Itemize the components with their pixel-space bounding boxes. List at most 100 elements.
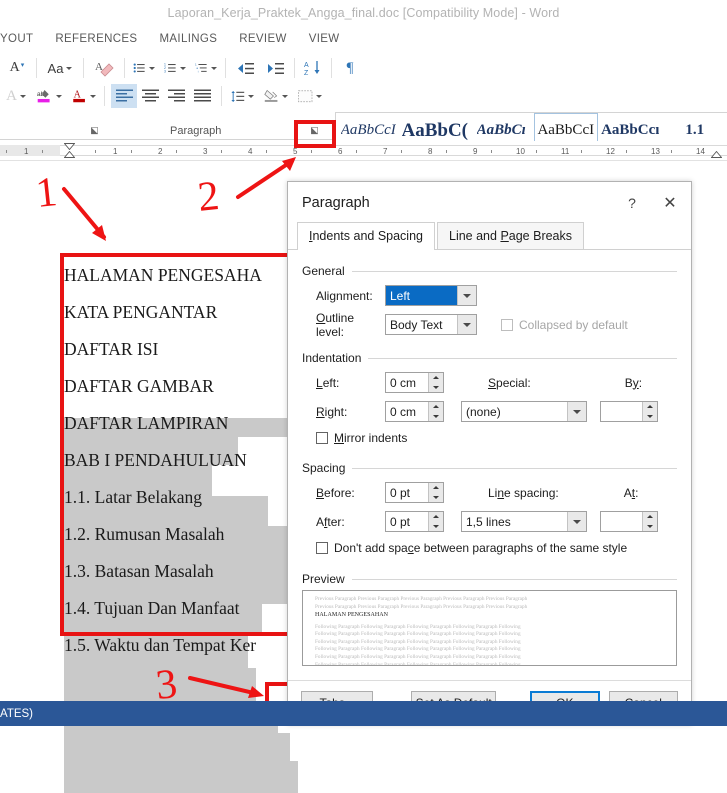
spacing-after-label: After: xyxy=(316,514,345,529)
stepper-down-icon[interactable] xyxy=(643,522,657,532)
help-icon[interactable]: ? xyxy=(615,188,649,218)
stepper-down-icon[interactable] xyxy=(429,412,443,422)
by-stepper[interactable] xyxy=(600,401,658,422)
doc-line-text: 1.4. Tujuan Dan Manfaat xyxy=(64,598,240,618)
stepper-down-icon[interactable] xyxy=(643,412,657,422)
doc-line-text: DAFTAR LAMPIRAN xyxy=(64,413,229,433)
indent-left-stepper[interactable]: 0 cm xyxy=(385,372,444,393)
stepper-down-icon[interactable] xyxy=(429,383,443,393)
justify-button[interactable] xyxy=(189,84,215,108)
doc-line: DAFTAR ISI xyxy=(64,331,294,368)
ribbon-tab-mailings[interactable]: MAILINGS xyxy=(148,33,228,45)
shading-button[interactable] xyxy=(262,84,290,108)
increase-indent-button[interactable] xyxy=(262,56,288,80)
grow-font-button[interactable]: A ▾ xyxy=(4,56,30,80)
stepper-up-icon[interactable] xyxy=(429,512,443,522)
chevron-down-icon[interactable] xyxy=(457,286,476,305)
preview-following-line: Following Paragraph Following Paragraph … xyxy=(315,631,521,638)
document-text[interactable]: HALAMAN PENGESAHA KATA PENGANTAR DAFTAR … xyxy=(64,257,294,664)
horizontal-ruler[interactable]: 1 1 2 3 4 5 6 7 8 9 10 11 12 13 14 xyxy=(0,141,727,161)
alignment-dropdown[interactable]: Left xyxy=(385,285,477,306)
ribbon-tab-layout[interactable]: YOUT xyxy=(0,33,44,45)
mirror-indents-checkbox[interactable] xyxy=(316,431,328,444)
doc-line-text: 1.2. Rumusan Masalah xyxy=(64,524,225,544)
clear-formatting-icon[interactable]: A xyxy=(90,56,118,80)
dialog-title-bar: Paragraph ? ✕ xyxy=(288,182,691,223)
tab-line-and-page-breaks[interactable]: Line and Page Breaks xyxy=(437,222,585,249)
doc-line: KATA PENGANTAR xyxy=(64,294,294,331)
title-bar: Laporan_Kerja_Praktek_Angga_final.doc [C… xyxy=(0,0,727,25)
stepper-up-icon[interactable] xyxy=(429,402,443,412)
indentation-group: Indentation Left: 0 cm Special: By: Righ… xyxy=(302,351,677,446)
hanging-indent-marker[interactable] xyxy=(64,151,75,158)
close-icon[interactable]: ✕ xyxy=(649,188,691,218)
show-formatting-marks-button[interactable]: ¶ xyxy=(338,56,362,80)
dialog-body: General Alignment: Left Outline level: B… xyxy=(288,250,691,666)
indent-left-value: 0 cm xyxy=(390,375,417,390)
at-stepper[interactable] xyxy=(600,511,658,532)
ruler-tick: 1 xyxy=(24,147,29,156)
multilevel-list-button[interactable]: 1 a i xyxy=(193,56,219,80)
stepper-up-icon[interactable] xyxy=(643,512,657,522)
doc-line-text: DAFTAR GAMBAR xyxy=(64,376,214,396)
indent-left-label: Left: xyxy=(316,375,340,390)
decrease-indent-button[interactable] xyxy=(232,56,258,80)
dont-add-space-label: Don't add space between paragraphs of th… xyxy=(334,540,628,555)
ruler-tick: 7 xyxy=(383,147,388,156)
spacing-before-stepper[interactable]: 0 pt xyxy=(385,482,444,503)
paragraph-group-label: Paragraph xyxy=(170,125,222,137)
font-dialog-launcher[interactable]: ⬕ xyxy=(88,124,101,137)
stepper-up-icon[interactable] xyxy=(643,402,657,412)
chevron-down-icon[interactable] xyxy=(457,315,476,334)
spacing-before-value: 0 pt xyxy=(390,485,411,500)
ruler-tick: 14 xyxy=(696,147,705,156)
chevron-down-icon[interactable] xyxy=(567,512,586,531)
preview-group: Preview Previous Paragraph Previous Para… xyxy=(302,572,677,666)
align-left-button[interactable] xyxy=(111,84,137,108)
stepper-down-icon[interactable] xyxy=(429,493,443,503)
align-center-button[interactable] xyxy=(137,84,163,108)
sort-button[interactable]: A Z xyxy=(301,56,325,80)
special-dropdown[interactable]: (none) xyxy=(461,401,587,422)
preview-following-line: Following Paragraph Following Paragraph … xyxy=(315,661,521,666)
special-value: (none) xyxy=(466,404,501,419)
bullets-button[interactable] xyxy=(131,56,157,80)
spacing-heading: Spacing xyxy=(302,461,346,475)
preview-following-line: Following Paragraph Following Paragraph … xyxy=(315,638,521,645)
align-right-button[interactable] xyxy=(163,84,189,108)
line-spacing-button[interactable] xyxy=(228,84,256,108)
ribbon-tab-review[interactable]: REVIEW xyxy=(228,33,297,45)
outline-level-dropdown[interactable]: Body Text xyxy=(385,314,477,335)
dont-add-space-checkbox[interactable] xyxy=(316,541,328,554)
collapsed-by-default-checkbox[interactable] xyxy=(501,318,513,331)
borders-button[interactable] xyxy=(296,84,324,108)
svg-text:3: 3 xyxy=(164,70,166,74)
text-effects-button[interactable]: A xyxy=(2,84,30,108)
ribbon-tab-view[interactable]: VIEW xyxy=(298,33,351,45)
doc-line-text: BAB I PENDAHULUAN xyxy=(64,450,247,470)
indent-right-stepper[interactable]: 0 cm xyxy=(385,401,444,422)
style-sample: 1.1 xyxy=(685,121,705,138)
dialog-title: Paragraph xyxy=(302,194,370,211)
ribbon-tab-bar: YOUT REFERENCES MAILINGS REVIEW VIEW xyxy=(0,25,727,52)
stepper-up-icon[interactable] xyxy=(429,483,443,493)
right-indent-marker[interactable] xyxy=(711,151,722,158)
doc-line: DAFTAR LAMPIRAN xyxy=(64,405,294,442)
ribbon: A ▾ Aa A 1 2 3 1 a i A Z ¶ A ab A ⬕ Para… xyxy=(0,52,727,165)
chevron-down-icon[interactable] xyxy=(567,402,586,421)
first-line-indent-marker[interactable] xyxy=(64,143,75,150)
ribbon-tab-references[interactable]: REFERENCES xyxy=(44,33,148,45)
style-sample: AaBbC( xyxy=(401,119,469,141)
text-highlight-color-button[interactable]: ab xyxy=(34,84,64,108)
numbering-button[interactable]: 1 2 3 xyxy=(162,56,188,80)
stepper-down-icon[interactable] xyxy=(429,522,443,532)
paragraph-preview: Previous Paragraph Previous Paragraph Pr… xyxy=(302,590,677,666)
doc-line: HALAMAN PENGESAHA xyxy=(64,257,294,294)
font-color-button[interactable]: A xyxy=(70,84,98,108)
line-spacing-dropdown[interactable]: 1,5 lines xyxy=(461,511,587,532)
spacing-after-stepper[interactable]: 0 pt xyxy=(385,511,444,532)
change-case-button[interactable]: Aa xyxy=(43,56,77,80)
stepper-up-icon[interactable] xyxy=(429,373,443,383)
by-label: By: xyxy=(624,375,643,390)
tab-indents-and-spacing[interactable]: Indents and Spacing xyxy=(297,222,435,250)
